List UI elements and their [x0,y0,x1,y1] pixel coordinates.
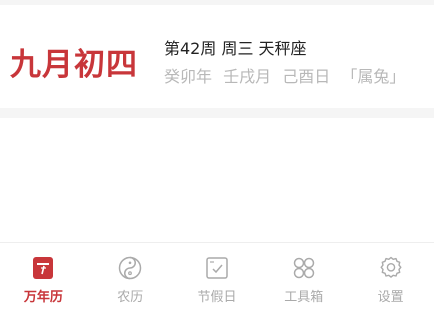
ganzhi-day: 己酉日 [282,67,331,86]
tab-settings[interactable]: 设置 [347,243,434,320]
tab-label-holidays: 节假日 [197,290,237,305]
holiday-check-icon [206,257,228,279]
main-content-area [0,118,434,242]
calendar-icon [33,257,54,279]
gear-icon [380,256,402,278]
tab-lunar[interactable]: 农历 [87,243,174,320]
tab-label-lunar: 农历 [117,290,144,305]
yin-yang-icon [118,256,142,280]
ganzhi-info: 癸卯年 壬戌月 己酉日 「属兔」 [164,63,411,87]
zodiac: 「属兔」 [341,67,406,86]
grid-icon [293,257,315,279]
tab-calendar[interactable]: 万年历 [0,243,87,320]
lunar-date: 九月初四 [10,47,138,83]
ganzhi-month: 壬戌月 [223,67,272,86]
tab-toolbox[interactable]: 工具箱 [260,243,347,320]
tab-label-toolbox: 工具箱 [284,290,324,305]
ganzhi-year: 癸卯年 [164,67,213,86]
tab-label-settings: 设置 [377,290,404,305]
date-header-card[interactable]: 九月初四 第42周 周三 天秤座 癸卯年 壬戌月 己酉日 「属兔」 [0,5,434,108]
week-info: 第42周 周三 天秤座 [164,39,307,58]
bottom-tab-bar: 万年历 农历 节假日 工具箱 设置 [0,242,434,320]
tab-holidays[interactable]: 节假日 [174,243,261,320]
tab-label-calendar: 万年历 [23,290,63,305]
